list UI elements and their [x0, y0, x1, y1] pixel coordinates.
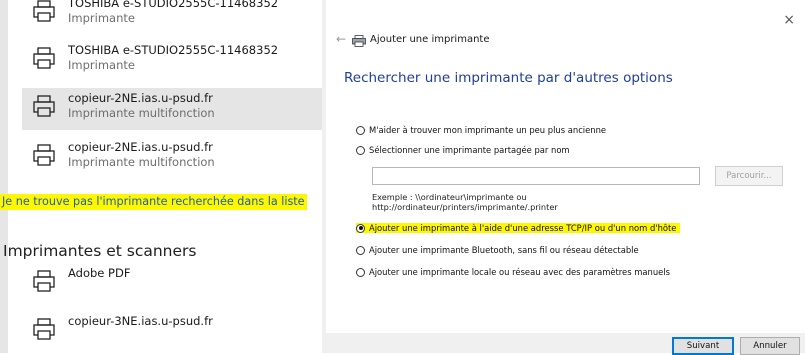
browse-button[interactable]: Parcourir...: [715, 166, 783, 186]
radio-button[interactable]: [356, 145, 365, 155]
radio-label: Ajouter une imprimante Bluetooth, sans f…: [369, 245, 639, 255]
dialog-title: Ajouter une imprimante: [370, 34, 490, 45]
printer-name: TOSHIBA e-STUDIO2555C-11468352: [68, 0, 279, 10]
radio-button-selected[interactable]: [356, 223, 365, 233]
printer-icon: [33, 95, 55, 117]
shared-printer-name-input[interactable]: [372, 167, 700, 185]
close-button[interactable]: ×: [783, 12, 795, 28]
printer-name: copieur-2NE.ias.u-psud.fr: [68, 91, 213, 105]
printer-icon: [33, 318, 55, 340]
example-line-2: http://ordinateur/printers/imprimante/.p…: [372, 202, 558, 212]
printer-icon: [33, 144, 55, 166]
printer-name: TOSHIBA e-STUDIO2555C-11468352: [68, 43, 279, 57]
printers-settings-pane: TOSHIBA e-STUDIO2555C-11468352 Imprimant…: [0, 0, 326, 353]
printer-type: Imprimante multifonction: [68, 106, 215, 120]
radio-label: M'aider à trouver mon imprimante un peu …: [369, 125, 607, 135]
printer-icon: [33, 270, 55, 292]
radio-option-bluetooth-wireless[interactable]: Ajouter une imprimante Bluetooth, sans f…: [356, 245, 639, 255]
printer-icon: [33, 0, 55, 22]
section-heading: Imprimantes et scanners: [3, 242, 197, 260]
printer-item-adobe-pdf[interactable]: Adobe PDF: [22, 266, 318, 312]
radio-label: Sélectionner une imprimante partagée par…: [369, 145, 570, 155]
left-strip: [0, 0, 8, 353]
radio-button[interactable]: [356, 267, 365, 277]
radio-option-older-printer[interactable]: M'aider à trouver mon imprimante un peu …: [356, 125, 606, 135]
printer-type: Imprimante: [68, 58, 135, 72]
radio-label: Ajouter une imprimante locale ou réseau …: [369, 267, 670, 277]
radio-option-shared-by-name[interactable]: Sélectionner une imprimante partagée par…: [356, 145, 570, 155]
radio-label: Ajouter une imprimante à l'aide d'une ad…: [369, 223, 677, 233]
printer-icon: [33, 47, 55, 69]
printer-name: copieur-2NE.ias.u-psud.fr: [68, 140, 213, 154]
printer-type: Imprimante: [68, 11, 135, 25]
printer-name: copieur-3NE.ias.u-psud.fr: [68, 314, 213, 328]
back-arrow-icon[interactable]: ←: [336, 32, 346, 46]
example-line-1: Exemple : \\ordinateur\imprimante ou: [372, 192, 527, 202]
printer-item-copieur-2ne-selected[interactable]: copieur-2NE.ias.u-psud.fr Imprimante mul…: [22, 88, 322, 130]
cancel-button[interactable]: Annuler: [740, 337, 800, 355]
printer-icon: [352, 35, 366, 47]
radio-button[interactable]: [356, 125, 365, 135]
printer-not-listed-link[interactable]: Je ne trouve pas l'imprimante recherchée…: [0, 194, 307, 210]
next-button[interactable]: Suivant: [672, 337, 734, 355]
printer-item-copieur-2ne[interactable]: copieur-2NE.ias.u-psud.fr Imprimante mul…: [22, 140, 318, 186]
radio-option-tcp-ip[interactable]: Ajouter une imprimante à l'aide d'une ad…: [356, 223, 681, 233]
printer-item-toshiba-2[interactable]: TOSHIBA e-STUDIO2555C-11468352 Imprimant…: [22, 43, 318, 89]
printer-type: Imprimante multifonction: [68, 155, 215, 169]
printer-item-toshiba-1[interactable]: TOSHIBA e-STUDIO2555C-11468352 Imprimant…: [22, 0, 318, 42]
radio-option-local-manual[interactable]: Ajouter une imprimante locale ou réseau …: [356, 267, 670, 277]
printer-name: Adobe PDF: [68, 266, 131, 280]
add-printer-dialog: × ← Ajouter une imprimante Rechercher un…: [326, 0, 805, 355]
dialog-heading: Rechercher une imprimante par d'autres o…: [344, 70, 673, 86]
printer-item-copieur-3ne[interactable]: copieur-3NE.ias.u-psud.fr: [22, 314, 318, 353]
example-hint: Exemple : \\ordinateur\imprimante ou htt…: [372, 192, 558, 212]
radio-button[interactable]: [356, 245, 365, 255]
